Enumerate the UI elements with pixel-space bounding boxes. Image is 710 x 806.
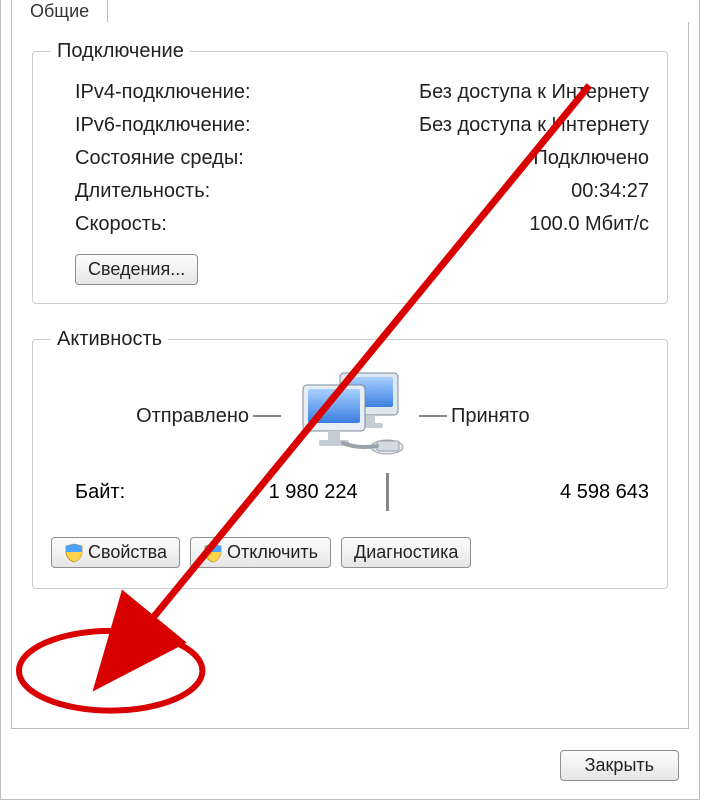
speed-value: 100.0 Мбит/с — [529, 213, 649, 236]
bytes-sent-value: 1 980 224 — [125, 481, 357, 504]
bytes-label: Байт: — [51, 481, 125, 504]
activity-group: Активность Отправлено — [32, 328, 668, 589]
close-button[interactable]: Закрыть — [560, 750, 679, 781]
bytes-row: Байт: 1 980 224 4 598 643 — [51, 473, 649, 511]
network-monitors-icon — [285, 371, 415, 461]
tab-strip: Общие — [1, 0, 699, 22]
connection-legend: Подключение — [51, 40, 190, 63]
bytes-received-value: 4 598 643 — [417, 481, 649, 504]
tab-panel: Подключение IPv4-подключение: Без доступ… — [11, 22, 689, 729]
received-label: Принято — [451, 405, 649, 428]
details-button[interactable]: Сведения... — [75, 254, 198, 285]
duration-value: 00:34:27 — [571, 180, 649, 203]
close-button-label: Закрыть — [585, 755, 654, 776]
media-label: Состояние среды: — [51, 147, 244, 170]
ipv4-value: Без доступа к Интернету — [419, 81, 649, 104]
ipv6-value: Без доступа к Интернету — [419, 114, 649, 137]
disable-button-label: Отключить — [227, 542, 318, 563]
media-value: Подключено — [533, 147, 649, 170]
activity-header: Отправлено — [51, 371, 649, 461]
connection-status-dialog: Общие Подключение IPv4-подключение: Без … — [0, 0, 700, 800]
properties-button-label: Свойства — [88, 542, 167, 563]
tab-general-label: Общие — [30, 1, 89, 21]
properties-button[interactable]: Свойства — [51, 537, 180, 568]
ipv6-label: IPv6-подключение: — [51, 114, 251, 137]
connection-group: Подключение IPv4-подключение: Без доступ… — [32, 40, 668, 304]
row-speed: Скорость: 100.0 Мбит/с — [51, 213, 649, 236]
bytes-separator — [386, 473, 389, 511]
dash-left — [253, 415, 281, 417]
disable-button[interactable]: Отключить — [190, 537, 331, 568]
row-duration: Длительность: 00:34:27 — [51, 180, 649, 203]
shield-icon — [203, 543, 223, 563]
details-button-label: Сведения... — [88, 259, 185, 280]
shield-icon — [64, 543, 84, 563]
activity-buttons: Свойства Отключить Диагностика — [51, 537, 649, 568]
diagnose-button-label: Диагностика — [354, 542, 458, 563]
row-ipv6: IPv6-подключение: Без доступа к Интернет… — [51, 114, 649, 137]
dialog-footer: Закрыть — [560, 750, 679, 781]
activity-legend: Активность — [51, 328, 168, 351]
row-ipv4: IPv4-подключение: Без доступа к Интернет… — [51, 81, 649, 104]
speed-label: Скорость: — [51, 213, 167, 236]
duration-label: Длительность: — [51, 180, 210, 203]
row-media: Состояние среды: Подключено — [51, 147, 649, 170]
dash-right — [419, 415, 447, 417]
sent-label: Отправлено — [51, 405, 249, 428]
diagnose-button[interactable]: Диагностика — [341, 537, 471, 568]
ipv4-label: IPv4-подключение: — [51, 81, 251, 104]
